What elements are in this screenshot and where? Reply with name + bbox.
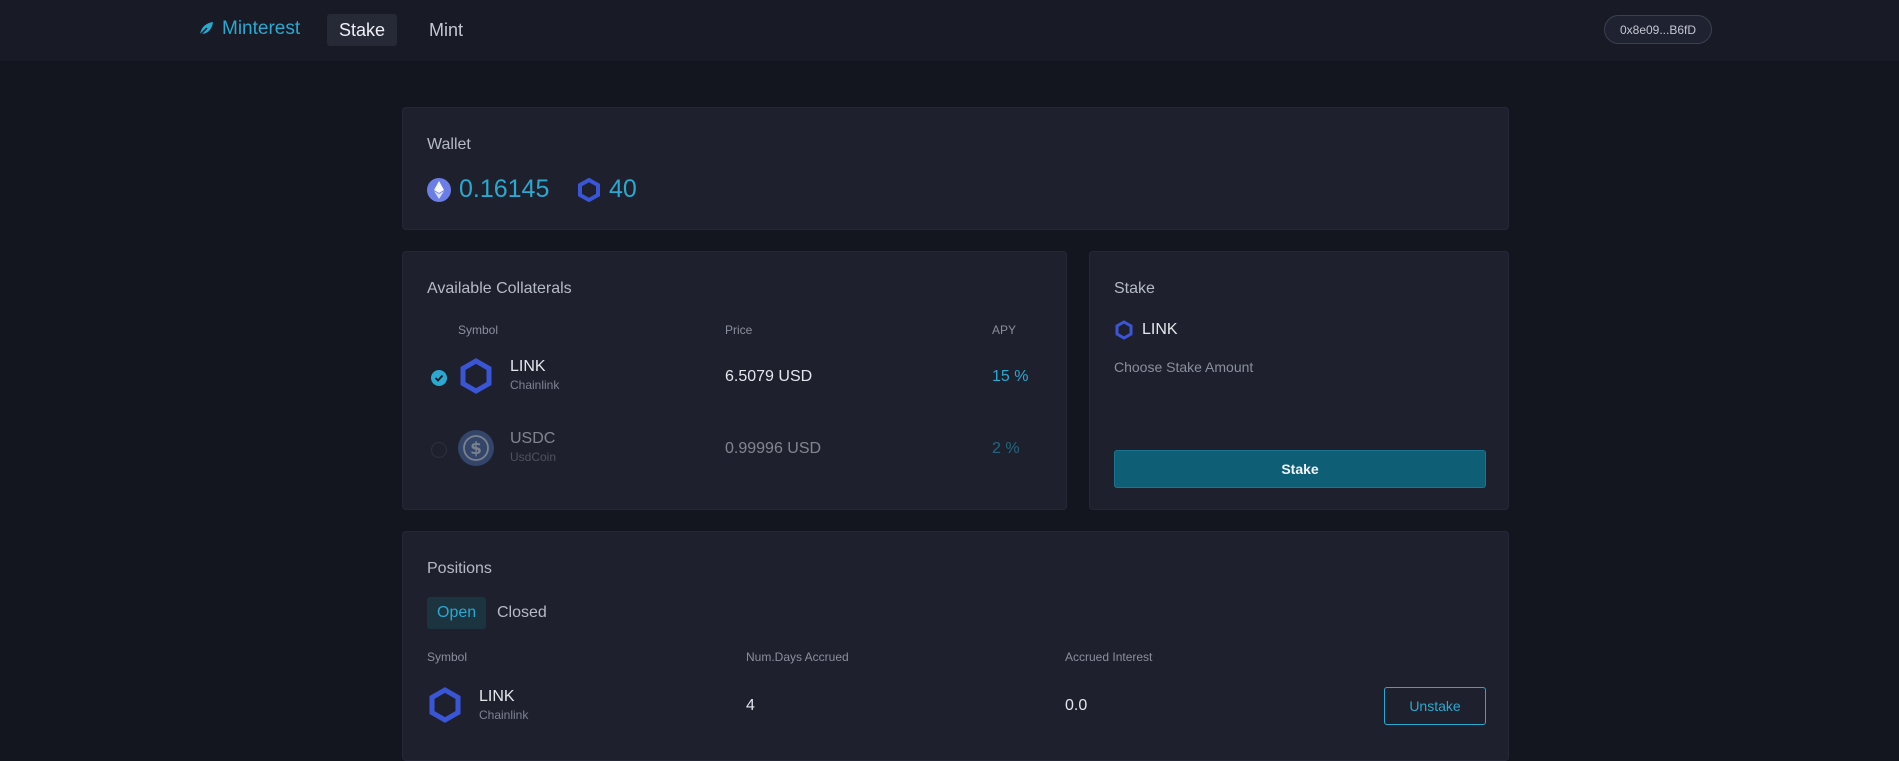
column-header-apy: APY [992,323,1017,337]
available-collaterals-card: Available Collaterals Symbol Price APY L… [402,251,1067,510]
collateral-radio-link[interactable] [431,370,447,386]
tab-open[interactable]: Open [427,597,487,629]
nav-tab-mint[interactable]: Mint [417,14,475,46]
collateral-name: UsdCoin [510,450,557,464]
chainlink-icon [578,177,600,202]
collateral-radio-usdc[interactable] [431,442,447,458]
position-name: Chainlink [479,708,529,722]
position-symbol-cell: LINK Chainlink [479,688,528,722]
eth-balance: 0.16145 [427,175,549,204]
wallet-address-button[interactable]: 0x8e09...B6fD [1604,15,1712,44]
stake-amount-label: Choose Stake Amount [1114,359,1254,375]
collateral-symbol-cell: LINK Chainlink [510,358,559,392]
stake-asset: LINK [1114,320,1178,340]
top-navigation-bar: Minterest Stake Mint 0x8e09...B6fD [0,0,1899,61]
collateral-price: 0.99996 USD [725,440,822,457]
collateral-price: 6.5079 USD [725,368,813,385]
chainlink-icon [460,358,492,394]
wallet-title: Wallet [427,136,471,153]
positions-card: Positions Open Closed Symbol Num.Days Ac… [402,531,1509,761]
unstake-button[interactable]: Unstake [1384,687,1486,725]
brand-logo[interactable]: Minterest [198,16,300,42]
column-header-price: Price [725,323,753,337]
check-icon [434,374,444,382]
wallet-card: Wallet 0.16145 40 [402,107,1509,230]
leaf-icon [199,22,213,36]
collateral-symbol: LINK [510,358,546,375]
ethereum-icon [427,177,451,202]
collateral-name: Chainlink [510,378,560,392]
collaterals-title: Available Collaterals [427,280,572,297]
link-balance-value: 40 [609,175,637,203]
chainlink-icon [1115,320,1133,340]
position-accrued-interest: 0.0 [1065,697,1088,714]
tab-closed[interactable]: Closed [487,597,557,629]
collateral-symbol-cell: USDC UsdCoin [510,430,556,464]
stake-asset-symbol: LINK [1142,321,1178,338]
column-header-symbol: Symbol [458,323,499,337]
stake-button[interactable]: Stake [1114,450,1486,488]
collateral-symbol: USDC [510,430,556,447]
position-symbol: LINK [479,688,515,705]
brand-name: Minterest [222,18,301,39]
stake-title: Stake [1114,280,1155,297]
svg-text:$: $ [470,439,482,459]
chainlink-icon [429,687,461,723]
collateral-apy: 15 % [992,368,1029,385]
position-days-accrued: 4 [746,697,755,714]
column-header-days-accrued: Num.Days Accrued [746,650,849,664]
positions-title: Positions [427,560,492,577]
nav-tab-stake[interactable]: Stake [327,14,398,46]
collateral-apy: 2 % [992,440,1020,457]
link-balance: 40 [577,175,637,204]
stake-card: Stake LINK Choose Stake Amount Stake [1089,251,1509,510]
column-header-symbol: Symbol [427,650,468,664]
usdc-icon: $ [458,430,494,466]
eth-balance-value: 0.16145 [459,175,550,203]
column-header-accrued-interest: Accrued Interest [1065,650,1153,664]
